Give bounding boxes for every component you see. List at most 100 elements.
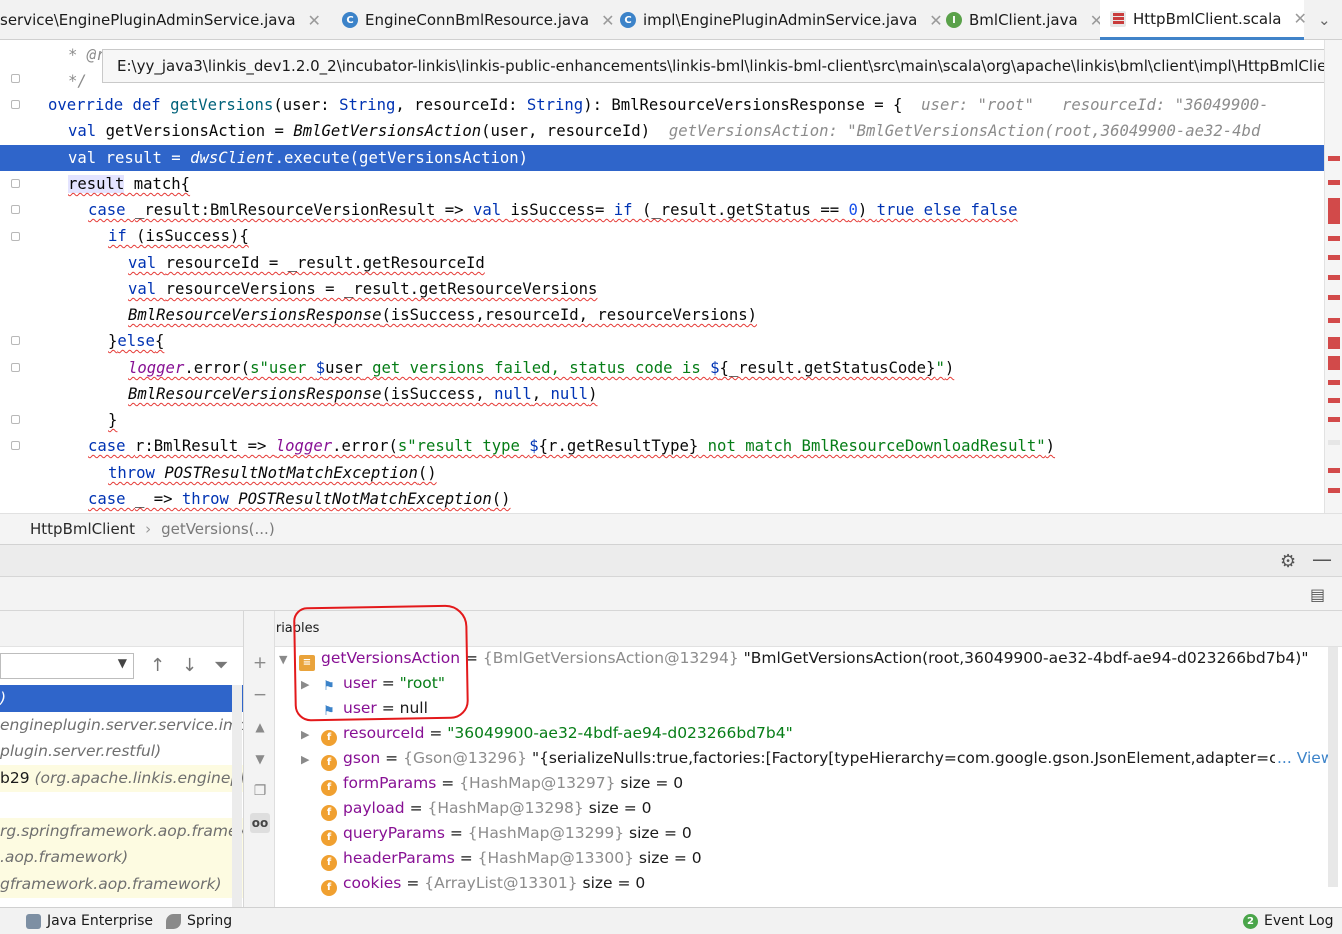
- minimize-icon[interactable]: —: [1312, 547, 1332, 571]
- type-name: String: [339, 96, 396, 114]
- error-marker[interactable]: [1328, 488, 1340, 493]
- error-marker[interactable]: [1328, 198, 1340, 224]
- frame-item[interactable]: engineplugin.server.service.impl): [0, 712, 243, 739]
- remove-watch-icon[interactable]: −: [250, 685, 270, 705]
- close-icon[interactable]: ✕: [1293, 9, 1306, 28]
- view-link[interactable]: ... View: [1275, 746, 1334, 771]
- tab-label: HttpBmlClient.scala: [1133, 9, 1282, 28]
- code-text: (isSuccess,: [381, 385, 495, 403]
- variable-value: size = 0: [624, 824, 692, 842]
- code-editor[interactable]: * @r */ override def getVersions(user: S…: [0, 40, 1342, 513]
- code-line: }else{: [0, 328, 164, 354]
- arrow-up-icon[interactable]: ↑: [150, 655, 165, 676]
- expand-arrow-icon[interactable]: ▶: [301, 747, 321, 771]
- tab-overflow-chevron[interactable]: ⌄: [1318, 0, 1331, 40]
- variable-row[interactable]: ▶ f resourceId = "36049900-ae32-4bdf-ae94-…: [301, 721, 793, 746]
- current-execution-line: val result = dwsClient.execute(getVersio…: [0, 145, 1324, 171]
- variable-row[interactable]: ▶ f gson = {Gson@13296} "{serializeNulls:t…: [301, 746, 1331, 771]
- field-icon: f: [321, 780, 337, 796]
- expand-arrow-icon[interactable]: ▶: [301, 722, 321, 747]
- spring-tool[interactable]: Spring: [166, 908, 232, 934]
- error-marker[interactable]: [1328, 318, 1340, 323]
- keyword: true else false: [876, 201, 1018, 219]
- frame-item[interactable]: ): [0, 685, 243, 712]
- code-text: , resourceId:: [395, 96, 527, 114]
- equals-sign: =: [380, 749, 404, 767]
- tab-http-bml-client-scala[interactable]: HttpBmlClient.scala ✕: [1100, 0, 1307, 40]
- code-text: ): [1045, 437, 1056, 455]
- code-text: ): [857, 201, 877, 219]
- variable-value: "36049900-ae32-4bdf-ae94-d023266bd7b4": [447, 724, 793, 742]
- breadcrumb-method[interactable]: getVersions(...): [161, 520, 275, 538]
- tab-engine-plugin-admin-service-impl[interactable]: C impl\EnginePluginAdminService.java ✕: [620, 0, 943, 40]
- layout-settings-icon[interactable]: ▤: [1310, 585, 1325, 604]
- variable-value: size = 0: [615, 774, 684, 792]
- frame-item[interactable]: rg.springframework.aop.framewo: [0, 818, 243, 845]
- code-line: override def getVersions(user: String, r…: [0, 92, 1269, 118]
- error-marker[interactable]: [1328, 275, 1340, 280]
- glasses-icon[interactable]: oo: [250, 813, 270, 833]
- code-text: ): [944, 359, 955, 377]
- code-line: if (isSuccess){: [0, 223, 249, 249]
- event-count-badge: 2: [1243, 913, 1258, 929]
- code-text: user: [325, 359, 363, 377]
- variable-row[interactable]: f payload = {HashMap@13298} size = 0: [301, 796, 651, 821]
- tab-engine-plugin-admin-service-interface[interactable]: service\EnginePluginAdminService.java ✕: [0, 0, 321, 40]
- error-marker[interactable]: [1328, 356, 1340, 370]
- frame-item[interactable]: .aop.framework): [0, 844, 243, 871]
- frame-item[interactable]: b29 (org.apache.linkis.engineplug: [0, 765, 243, 792]
- error-stripe[interactable]: [1324, 40, 1342, 513]
- java-enterprise-tool[interactable]: Java Enterprise: [26, 908, 153, 934]
- keyword: case: [88, 490, 135, 508]
- gear-icon[interactable]: ⚙: [1280, 551, 1296, 572]
- variable-row[interactable]: f formParams = {HashMap@13297} size = 0: [301, 771, 683, 796]
- arrow-down-icon[interactable]: ↓: [182, 655, 197, 676]
- error-marker[interactable]: [1328, 380, 1340, 385]
- tab-engine-conn-bml-resource[interactable]: C EngineConnBmlResource.java ✕: [342, 0, 615, 40]
- code-text: ): BmlResourceVersionsResponse = {: [583, 96, 903, 114]
- variable-row[interactable]: f queryParams = {HashMap@13299} size = 0: [301, 821, 692, 846]
- status-label: Event Log: [1264, 913, 1334, 929]
- frame-item[interactable]: plugin.server.restful): [0, 738, 243, 765]
- error-marker[interactable]: [1328, 255, 1340, 260]
- frame-item[interactable]: [0, 792, 243, 819]
- thread-selector[interactable]: ▼: [0, 653, 134, 679]
- close-icon[interactable]: ✕: [308, 11, 321, 30]
- breadcrumb-class[interactable]: HttpBmlClient: [30, 520, 135, 538]
- code-text: (): [491, 490, 511, 508]
- tab-bml-client[interactable]: I BmlClient.java ✕: [946, 0, 1103, 40]
- error-marker[interactable]: [1328, 180, 1340, 185]
- code-line: throw POSTResultNotMatchException(): [0, 460, 437, 486]
- code-line: val getVersionsAction = BmlGetVersionsAc…: [0, 118, 1260, 144]
- event-log-tool[interactable]: 2 Event Log: [1243, 908, 1334, 934]
- error-marker[interactable]: [1328, 156, 1340, 161]
- error-marker[interactable]: [1328, 337, 1340, 349]
- keyword: throw: [108, 464, 165, 482]
- string-literal: ": [935, 359, 945, 377]
- keyword: override def: [48, 96, 171, 114]
- error-marker[interactable]: [1328, 398, 1340, 403]
- string-literal: not match BmlResourceDownloadResult": [698, 437, 1046, 455]
- close-icon[interactable]: ✕: [601, 11, 614, 30]
- code-text: isSuccess=: [510, 201, 614, 219]
- move-up-icon[interactable]: ▲: [250, 717, 270, 737]
- error-marker[interactable]: [1328, 295, 1340, 300]
- error-marker[interactable]: [1328, 417, 1340, 422]
- variables-scrollbar[interactable]: [1328, 647, 1338, 887]
- spring-leaf-icon: [166, 913, 181, 929]
- info-marker[interactable]: [1328, 440, 1340, 445]
- move-down-icon[interactable]: ▼: [250, 749, 270, 769]
- frames-scrollbar[interactable]: [232, 685, 242, 907]
- field-icon: f: [321, 830, 337, 846]
- variable-row[interactable]: f cookies = {ArrayList@13301} size = 0: [301, 871, 645, 896]
- filter-icon[interactable]: ⏷: [214, 655, 228, 676]
- tab-label: BmlClient.java: [969, 11, 1078, 29]
- add-watch-icon[interactable]: +: [250, 653, 270, 673]
- close-icon[interactable]: ✕: [929, 11, 942, 30]
- error-marker[interactable]: [1328, 468, 1340, 473]
- variable-row[interactable]: f headerParams = {HashMap@13300} size = 0: [301, 846, 702, 871]
- error-marker[interactable]: [1328, 236, 1340, 241]
- equals-sign: =: [404, 799, 428, 817]
- copy-icon[interactable]: ❐: [250, 781, 270, 801]
- frame-item[interactable]: gframework.aop.framework): [0, 871, 243, 898]
